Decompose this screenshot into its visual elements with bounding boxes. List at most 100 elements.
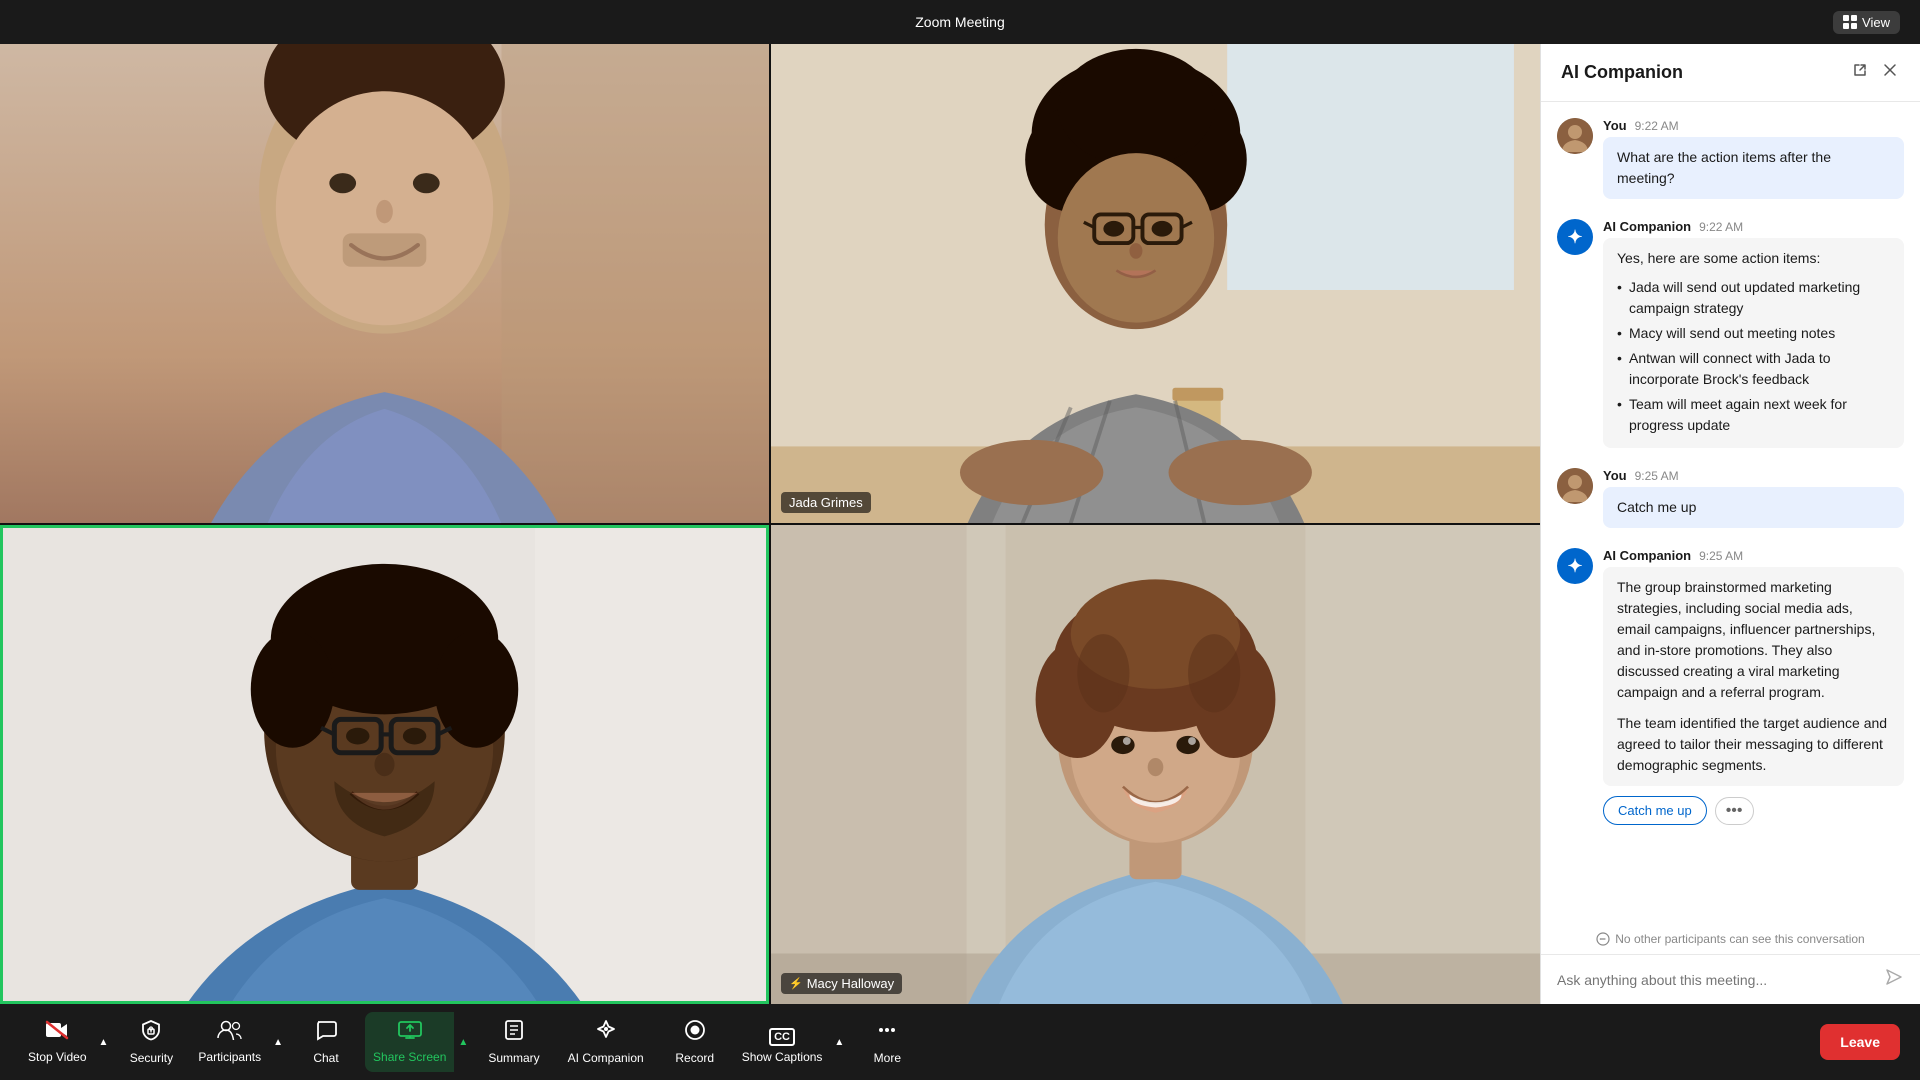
message-content-2: AI Companion 9:22 AM Yes, here are some … <box>1603 219 1904 448</box>
participant-label-4: ⚡ Macy Halloway <box>781 973 902 994</box>
toolbar: Stop Video ▲ Security <box>0 1004 1920 1080</box>
ai-companion-panel: AI Companion <box>1540 44 1920 1004</box>
video-cell-3 <box>0 525 769 1004</box>
participant-video-2 <box>771 44 1540 523</box>
ai-avatar-2: ✦ <box>1557 548 1593 584</box>
ai-panel-close-button[interactable] <box>1880 60 1900 85</box>
captions-label: Show Captions <box>742 1050 823 1064</box>
privacy-icon <box>1596 932 1610 946</box>
ai-panel-title: AI Companion <box>1561 62 1683 83</box>
share-screen-button[interactable]: Share Screen <box>365 1012 454 1072</box>
chat-icon <box>315 1019 337 1047</box>
participants-label: Participants <box>198 1050 261 1064</box>
more-button[interactable]: More <box>852 1011 922 1073</box>
participant-name-2: Jada Grimes <box>789 495 863 510</box>
ai-companion-label: AI Companion <box>568 1051 644 1065</box>
record-button[interactable]: Record <box>660 1011 730 1073</box>
catch-me-up-button[interactable]: Catch me up <box>1603 796 1707 825</box>
video-label: Stop Video <box>28 1050 87 1064</box>
ai-panel-popout-button[interactable] <box>1850 60 1870 85</box>
captions-caret-button[interactable]: ▲ <box>830 1012 848 1072</box>
message-sender-2: AI Companion <box>1603 219 1691 234</box>
message-text-3: Catch me up <box>1617 499 1696 515</box>
message-bubble-4: The group brainstormed marketing strateg… <box>1603 567 1904 786</box>
video-cell-4: ⚡ Macy Halloway <box>771 525 1540 1004</box>
ai-avatar-1: ✦ <box>1557 219 1593 255</box>
meeting-title: Zoom Meeting <box>915 14 1004 30</box>
send-button[interactable] <box>1884 967 1904 992</box>
summary-label: Summary <box>488 1051 539 1065</box>
video-caret-button[interactable]: ▲ <box>95 1012 113 1072</box>
user-avatar-2 <box>1557 468 1593 504</box>
video-grid: Jada Grimes <box>0 44 1540 1004</box>
more-label: More <box>874 1051 901 1065</box>
record-label: Record <box>675 1051 714 1065</box>
participant-video-3 <box>0 525 769 1004</box>
chat-button[interactable]: Chat <box>291 1011 361 1073</box>
ai-panel-actions <box>1850 60 1900 85</box>
more-suggestions-button[interactable]: ••• <box>1715 797 1754 825</box>
user-avatar <box>1557 118 1593 154</box>
message-time-2: 9:22 AM <box>1699 220 1743 234</box>
message-bubble-3: Catch me up <box>1603 487 1904 528</box>
view-button[interactable]: View <box>1833 11 1900 34</box>
chat-input[interactable] <box>1557 972 1876 988</box>
message-header-4: AI Companion 9:25 AM <box>1603 548 1904 563</box>
message-time-3: 9:25 AM <box>1635 469 1679 483</box>
message-bubble-1: What are the action items after the meet… <box>1603 137 1904 199</box>
message-sender-4: AI Companion <box>1603 548 1691 563</box>
message-header-3: You 9:25 AM <box>1603 468 1904 483</box>
message-sender-3: You <box>1603 468 1627 483</box>
message-header-2: AI Companion 9:22 AM <box>1603 219 1904 234</box>
security-label: Security <box>130 1051 173 1065</box>
ai-suggestions: Catch me up ••• <box>1603 796 1904 825</box>
action-items-list: Jada will send out updated marketing cam… <box>1617 275 1890 438</box>
participants-caret-button[interactable]: ▲ <box>269 1012 287 1072</box>
leave-button[interactable]: Leave <box>1820 1024 1900 1060</box>
main-content: Jada Grimes <box>0 44 1920 1004</box>
participants-button[interactable]: Participants <box>190 1012 269 1072</box>
cc-box: CC <box>769 1028 795 1046</box>
video-cell-2: Jada Grimes <box>771 44 1540 523</box>
message-content-4: AI Companion 9:25 AM The group brainstor… <box>1603 548 1904 825</box>
message-group-1: You 9:22 AM What are the action items af… <box>1557 118 1904 199</box>
ai-panel-header: AI Companion <box>1541 44 1920 102</box>
show-captions-button[interactable]: CC Show Captions <box>734 1012 831 1072</box>
video-icon <box>45 1020 69 1046</box>
summary-button[interactable]: Summary <box>476 1011 551 1073</box>
message-content-3: You 9:25 AM Catch me up <box>1603 468 1904 528</box>
ai-paragraph-1: The group brainstormed marketing strateg… <box>1617 577 1890 703</box>
message-bubble-2: Yes, here are some action items: Jada wi… <box>1603 238 1904 448</box>
ai-star-icon-1: ✦ <box>1567 227 1582 248</box>
message-group-3: You 9:25 AM Catch me up <box>1557 468 1904 528</box>
action-item-2: Macy will send out meeting notes <box>1617 321 1890 346</box>
send-icon <box>1884 967 1904 987</box>
security-button[interactable]: Security <box>116 1011 186 1073</box>
toolbar-group-video: Stop Video ▲ <box>20 1012 112 1072</box>
message-header-1: You 9:22 AM <box>1603 118 1904 133</box>
action-item-4: Team will meet again next week for progr… <box>1617 392 1890 438</box>
captions-icon: CC <box>769 1020 795 1046</box>
toolbar-group-captions: CC Show Captions ▲ <box>734 1012 849 1072</box>
message-text-1: What are the action items after the meet… <box>1617 149 1831 186</box>
participants-icon <box>217 1020 243 1046</box>
toolbar-group-participants: Participants ▲ <box>190 1012 287 1072</box>
top-bar-right: View <box>1833 11 1900 34</box>
top-bar: Zoom Meeting View <box>0 0 1920 44</box>
message-time-4: 9:25 AM <box>1699 549 1743 563</box>
action-item-1: Jada will send out updated marketing cam… <box>1617 275 1890 321</box>
participant-label-2: Jada Grimes <box>781 492 871 513</box>
ai-paragraph-2: The team identified the target audience … <box>1617 713 1890 776</box>
message-sender-1: You <box>1603 118 1627 133</box>
action-item-3: Antwan will connect with Jada to incorpo… <box>1617 346 1890 392</box>
stop-video-button[interactable]: Stop Video <box>20 1012 95 1072</box>
chat-messages: You 9:22 AM What are the action items af… <box>1541 102 1920 924</box>
share-screen-label: Share Screen <box>373 1050 446 1064</box>
message-group-4: ✦ AI Companion 9:25 AM The group brainst… <box>1557 548 1904 825</box>
ai-companion-button[interactable]: AI Companion <box>556 1011 656 1073</box>
grid-icon <box>1843 15 1857 29</box>
participant-video-1 <box>0 44 769 523</box>
participant-name-4: Macy Halloway <box>807 976 894 991</box>
record-icon <box>684 1019 706 1047</box>
share-screen-caret-button[interactable]: ▲ <box>454 1012 472 1072</box>
